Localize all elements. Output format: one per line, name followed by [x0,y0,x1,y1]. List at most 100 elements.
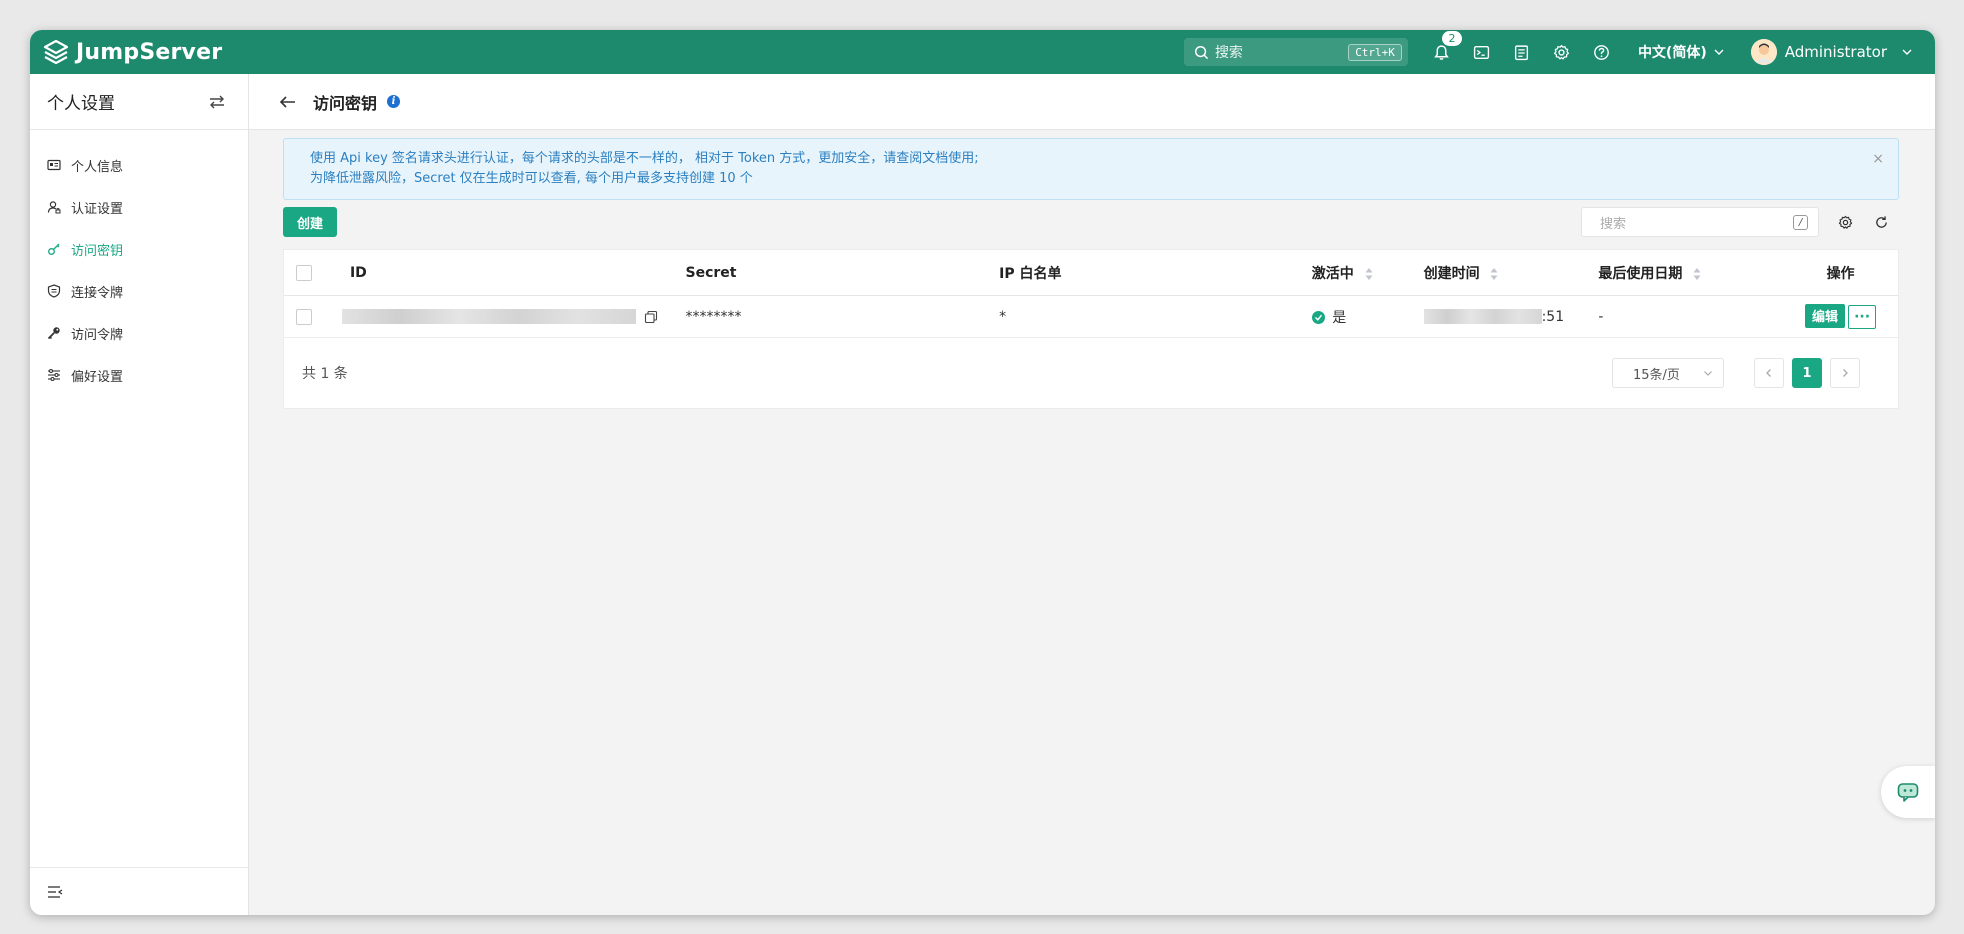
terminal-button[interactable] [1462,30,1502,74]
table-header: ID Secret IP 白名单 激活中 创建时间 最后使用日期 操作 [284,250,1898,296]
page-size-value: 15条/页 [1633,367,1680,383]
sidebar-item-access-key[interactable]: 访问密钥 [30,228,248,270]
shield-icon [47,284,61,298]
create-button[interactable]: 创建 [283,207,338,237]
user-lock-icon [47,201,61,214]
jumpserver-logo-icon [43,39,69,65]
page-size-select[interactable]: 15条/页 [1612,358,1724,388]
edit-button[interactable]: 编辑 [1805,303,1846,328]
table-search-placeholder: 搜索 [1600,216,1627,232]
main-content: 使用 Api key 签名请求头进行认证，每个请求的头部是不一样的， 相对于 T… [283,138,1899,409]
redacted-date [1423,309,1542,324]
user-menu[interactable]: Administrator [1750,39,1913,65]
notification-badge: 2 [1441,31,1462,46]
column-header-active[interactable]: 激活中 [1312,263,1424,283]
more-actions-button[interactable]: ··· [1848,305,1877,330]
sidebar-item-profile[interactable]: 个人信息 [30,144,248,186]
notifications-button[interactable]: 2 [1422,30,1462,74]
language-label: 中文(简体) [1637,45,1707,61]
refresh-button[interactable] [1863,215,1899,230]
cell-last-used: - [1598,308,1604,325]
sidebar-item-label: 连接令牌 [71,285,124,301]
table-settings-button[interactable] [1827,215,1863,230]
column-header-secret: Secret [685,264,737,281]
language-selector[interactable]: 中文(简体) [1638,42,1725,62]
back-arrow-icon[interactable] [279,94,297,110]
swap-icon[interactable] [208,94,226,110]
cell-ops: 编辑 ··· [1783,303,1898,330]
username: Administrator [1784,43,1887,61]
total-count: 共 1 条 [302,366,348,382]
help-button[interactable] [1582,30,1622,74]
chat-assistant-button[interactable] [1881,766,1935,818]
app-logo[interactable]: JumpServer [42,38,222,66]
clipboard-icon [1515,44,1529,60]
terminal-icon [1474,45,1490,59]
sort-icon [1490,267,1498,280]
sidebar-item-auth-settings[interactable]: 认证设置 [30,186,248,228]
sliders-icon [48,368,60,382]
column-header-label: 最后使用日期 [1598,265,1683,282]
id-card-icon [47,159,61,171]
select-all-checkbox[interactable] [296,264,312,281]
key-solid-icon [47,327,60,340]
access-key-table: ID Secret IP 白名单 激活中 创建时间 最后使用日期 操作 ****… [283,249,1899,409]
column-header-label: 创建时间 [1423,265,1480,282]
refresh-icon [1875,215,1887,228]
sidebar-title: 个人设置 [47,94,115,114]
sidebar-item-label: 认证设置 [71,201,124,217]
page-number-button[interactable]: 1 [1792,358,1822,388]
top-navbar: JumpServer 搜索 Ctrl+K 2 中文(简体) Administra… [30,30,1935,74]
redacted-id [341,309,636,324]
help-icon [1594,44,1610,60]
prev-page-button[interactable] [1754,358,1784,388]
pagination: 共 1 条 15条/页 1 [284,338,1898,408]
alert-line-1: 使用 Api key 签名请求头进行认证，每个请求的头部是不一样的， 相对于 T… [310,151,979,166]
search-shortcut: Ctrl+K [1348,43,1402,61]
search-placeholder: 搜索 [1214,45,1243,61]
sort-icon [1365,267,1373,280]
sidebar-item-label: 个人信息 [71,159,124,175]
cell-secret: ******** [685,308,742,325]
column-header-last-used[interactable]: 最后使用日期 [1598,263,1783,283]
table-search-input[interactable]: 搜索 / [1581,207,1819,237]
sidebar-header: 个人设置 [30,74,248,130]
row-checkbox[interactable] [296,308,312,325]
cell-id [341,309,678,325]
sidebar-item-access-token[interactable]: 访问令牌 [30,312,248,354]
page-title: 访问密钥 [313,93,378,113]
column-header-id: ID [349,264,367,281]
sidebar-collapse-button[interactable] [30,867,248,915]
active-status: 是 [1332,309,1347,326]
sidebar-item-label: 访问密钥 [71,243,124,259]
check-circle-icon [1311,311,1325,324]
info-icon[interactable]: i [387,95,401,108]
chevron-down-icon [1714,49,1724,55]
table-toolbar: 创建 搜索 / [283,207,1899,237]
close-icon[interactable]: × [1872,149,1884,169]
settings-button[interactable] [1542,30,1582,74]
column-header-label: 激活中 [1311,265,1354,282]
global-search[interactable]: 搜索 Ctrl+K [1183,38,1408,66]
cell-created: :51 [1423,309,1599,325]
search-shortcut: / [1793,214,1808,230]
sidebar-item-connection-token[interactable]: 连接令牌 [30,270,248,312]
cell-active: 是 [1311,307,1424,327]
app-window: JumpServer 搜索 Ctrl+K 2 中文(简体) Administra… [30,30,1935,915]
chevron-down-icon [1902,49,1912,55]
tickets-button[interactable] [1502,30,1542,74]
search-icon [1194,45,1209,59]
sort-icon [1693,267,1701,280]
gear-icon [1838,215,1852,229]
column-header-ops: 操作 [1826,265,1855,282]
sidebar-item-label: 偏好设置 [71,369,124,385]
gear-icon [1554,44,1570,60]
sidebar: 个人设置 个人信息 认证设置 访问密钥 连接令牌 访问令牌 偏好设置 [30,74,249,915]
sidebar-item-preferences[interactable]: 偏好设置 [30,354,248,396]
key-icon [48,243,60,255]
column-header-created[interactable]: 创建时间 [1424,263,1599,283]
next-page-button[interactable] [1830,358,1860,388]
chevron-down-icon [1704,371,1712,376]
avatar [1750,39,1777,65]
copy-icon[interactable] [644,310,658,324]
